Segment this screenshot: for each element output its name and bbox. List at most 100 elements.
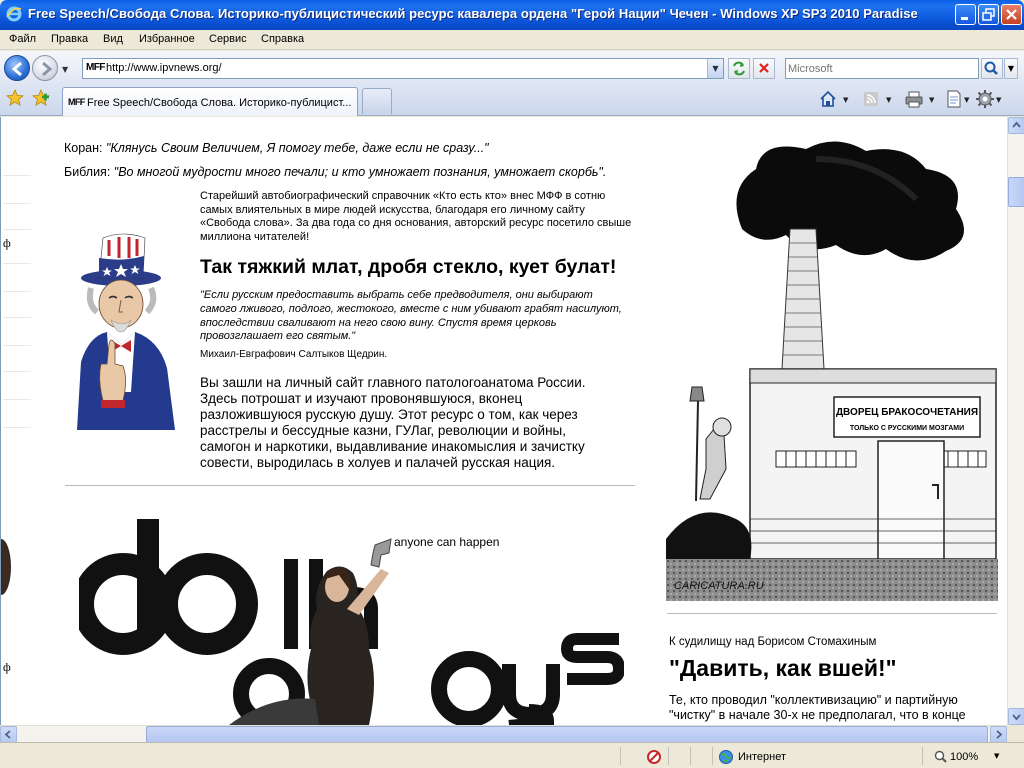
home-button[interactable]	[818, 89, 838, 109]
printer-icon	[905, 91, 923, 108]
stop-icon	[759, 63, 769, 73]
scroll-left-button[interactable]	[0, 726, 17, 743]
scroll-up-button[interactable]	[1008, 117, 1024, 134]
section-divider	[65, 485, 635, 486]
close-button[interactable]	[1001, 4, 1022, 25]
close-icon	[1006, 9, 1017, 20]
stop-button[interactable]	[753, 58, 775, 79]
search-input[interactable]	[788, 61, 974, 76]
status-separator	[922, 747, 923, 765]
menu-edit[interactable]: Правка	[51, 33, 88, 45]
tools-dropdown-icon[interactable]: ▼	[996, 96, 1001, 104]
divider	[3, 291, 31, 292]
status-separator	[668, 747, 669, 765]
menu-bar: Файл Правка Вид Избранное Сервис Справка	[0, 30, 1024, 50]
divider	[3, 427, 31, 428]
tab-favicon: MFF	[68, 97, 85, 107]
page-dropdown-icon[interactable]: ▼	[964, 96, 969, 104]
status-bar: Интернет 100% ▼	[0, 742, 1024, 768]
main-headline: Так тяжкий млат, дробя стекло, кует була…	[200, 256, 617, 278]
forward-arrow-icon	[42, 61, 53, 77]
back-button[interactable]	[4, 55, 30, 81]
bible-quote: Библия: "Во многой мудрости много печали…	[64, 165, 607, 179]
maximize-button[interactable]	[978, 4, 999, 25]
page-icon	[947, 90, 961, 108]
restore-icon	[982, 8, 995, 21]
print-dropdown-icon[interactable]: ▼	[929, 96, 934, 104]
left-clipped-column: ф ф	[1, 117, 35, 725]
print-button[interactable]	[904, 89, 924, 109]
minimize-button[interactable]	[955, 4, 976, 25]
divider	[3, 229, 31, 230]
menu-tools[interactable]: Сервис	[209, 33, 247, 45]
feeds-dropdown-icon[interactable]: ▼	[886, 96, 891, 104]
ie-logo-icon	[6, 6, 22, 22]
address-bar[interactable]: MFF http://www.ipvnews.org/ ▼	[82, 58, 724, 79]
divider	[3, 175, 31, 176]
tab-title: Free Speech/Свобода Слова. Историко-публ…	[87, 97, 352, 109]
home-icon	[820, 90, 836, 107]
history-dropdown-icon[interactable]: ▼	[62, 65, 68, 74]
blocked-popup-icon[interactable]	[646, 749, 662, 765]
wedding-palace-cartoon: ДВОРЕЦ БРАКОСОЧЕТАНИЯ ТОЛЬКО С РУССКИМИ …	[666, 141, 998, 601]
home-dropdown-icon[interactable]: ▼	[843, 96, 848, 104]
divider	[3, 263, 31, 264]
status-separator	[620, 747, 621, 765]
main-paragraph: Вы зашли на личный сайт главного патолог…	[200, 375, 586, 470]
article-headline[interactable]: "Давить, как вшей!"	[669, 655, 897, 682]
vertical-scrollbar[interactable]	[1007, 117, 1024, 725]
clipped-glyph: ф	[3, 236, 11, 250]
divider	[3, 345, 31, 346]
security-zone[interactable]: Интернет	[738, 751, 786, 763]
tab-toolbar: MFF Free Speech/Свобода Слова. Историко-…	[0, 84, 1024, 116]
horizontal-scroll-thumb[interactable]	[146, 726, 988, 743]
menu-favorites[interactable]: Избранное	[139, 33, 195, 45]
minimize-icon	[961, 17, 968, 20]
feeds-button[interactable]	[861, 89, 881, 109]
internet-globe-icon	[719, 750, 733, 764]
refresh-button[interactable]	[728, 58, 750, 79]
clipped-glyph: ф	[3, 660, 11, 674]
vertical-scroll-thumb[interactable]	[1008, 177, 1024, 207]
quote-author: Михаил-Евграфович Салтыков Щедрин.	[200, 349, 388, 360]
menu-help[interactable]: Справка	[261, 33, 304, 45]
intro-paragraph: Старейший автобиографический справочник …	[200, 190, 632, 243]
magnifier-icon	[984, 61, 998, 75]
sign-title: ДВОРЕЦ БРАКОСОЧЕТАНИЯ	[836, 407, 978, 418]
uncle-sam-illustration	[77, 233, 175, 430]
status-separator	[690, 747, 691, 765]
divider	[3, 371, 31, 372]
tab-active[interactable]: MFF Free Speech/Свобода Слова. Историко-…	[62, 87, 358, 116]
tools-button[interactable]	[975, 89, 995, 109]
koran-quote: Коран: "Клянусь Своим Величием, Я помогу…	[64, 141, 489, 155]
page-content: ф ф Коран: "Клянусь Своим Величием, Я по…	[0, 117, 1007, 725]
menu-view[interactable]: Вид	[103, 33, 123, 45]
search-button[interactable]	[981, 58, 1003, 79]
window-title: Free Speech/Свобода Слова. Историко-публ…	[28, 6, 918, 21]
scroll-down-button[interactable]	[1008, 708, 1024, 725]
search-box[interactable]	[785, 58, 979, 79]
address-url[interactable]: http://www.ipvnews.org/	[106, 62, 222, 74]
dollhouse-banner[interactable]: anyone can happen	[72, 509, 626, 725]
zoom-level[interactable]: 100%	[950, 751, 978, 763]
new-tab-button[interactable]	[362, 88, 392, 114]
forward-button[interactable]	[32, 55, 58, 81]
scrollbar-corner	[1007, 725, 1024, 742]
page-button[interactable]	[944, 89, 964, 109]
search-options-dropdown[interactable]: ▼	[1004, 58, 1018, 79]
address-dropdown-icon[interactable]: ▼	[707, 59, 723, 78]
divider	[3, 399, 31, 400]
favorites-star-icon[interactable]	[6, 89, 24, 107]
menu-file[interactable]: Файл	[9, 33, 36, 45]
add-favorite-icon[interactable]	[32, 89, 50, 107]
horizontal-scrollbar[interactable]	[0, 725, 1007, 743]
zoom-dropdown-icon[interactable]: ▼	[994, 752, 999, 760]
divider	[3, 203, 31, 204]
sign-subtitle: ТОЛЬКО С РУССКИМИ МОЗГАМИ	[850, 425, 964, 432]
arrow-right-icon	[996, 730, 1003, 739]
arrow-down-icon	[1012, 714, 1021, 721]
dollhouse-artwork	[72, 519, 626, 725]
scroll-right-button[interactable]	[990, 726, 1007, 743]
article-kicker[interactable]: К судилищу над Борисом Стомахиным	[669, 636, 876, 648]
clipped-image-fragment	[1, 539, 11, 595]
